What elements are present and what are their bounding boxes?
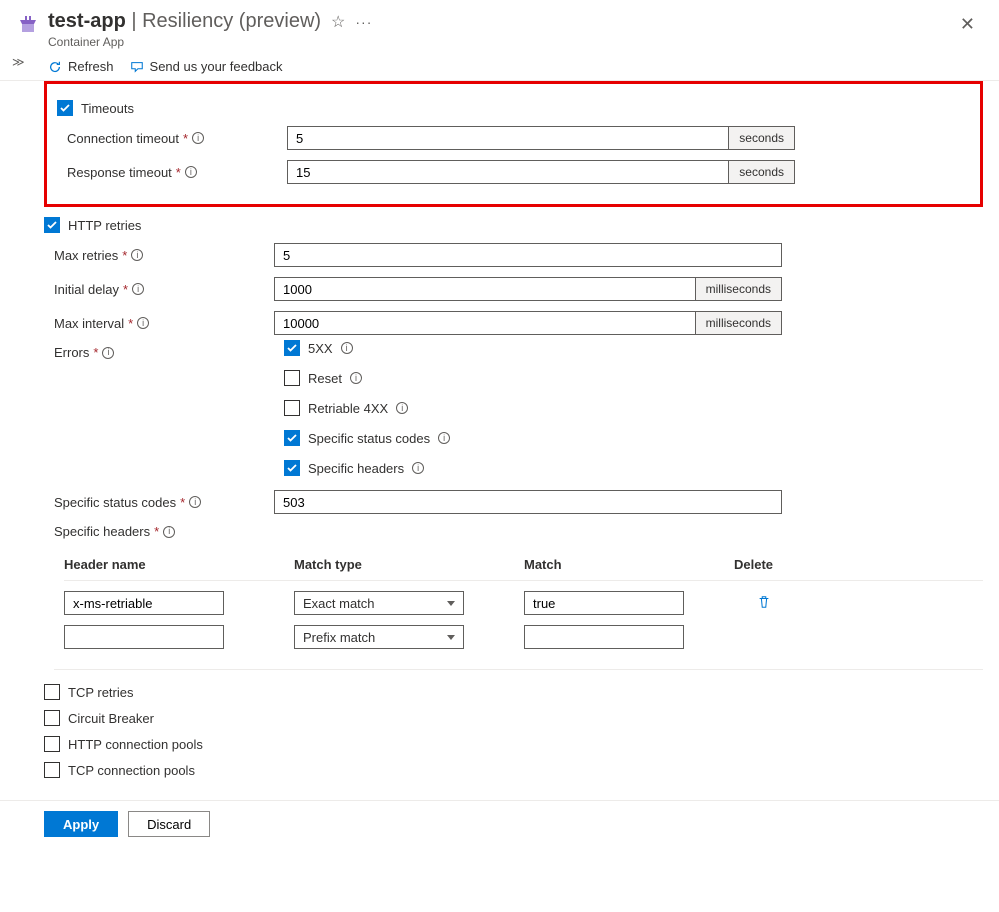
col-match: Match (524, 557, 724, 572)
info-icon[interactable]: i (137, 317, 149, 329)
favorite-star-icon[interactable]: ☆ (331, 12, 345, 32)
specific-codes-label: Specific status codes * i (54, 495, 274, 510)
max-retries-input[interactable] (274, 243, 782, 267)
tcp-pools-label: TCP connection pools (68, 763, 195, 778)
seconds-unit: seconds (729, 126, 795, 150)
feedback-icon (130, 60, 144, 74)
circuit-breaker-label: Circuit Breaker (68, 711, 154, 726)
info-icon[interactable]: i (131, 249, 143, 261)
feedback-button[interactable]: Send us your feedback (130, 59, 283, 74)
col-delete: Delete (734, 557, 794, 572)
command-bar: Refresh Send us your feedback (0, 53, 999, 81)
info-icon[interactable]: i (192, 132, 204, 144)
tcp-retries-label: TCP retries (68, 685, 134, 700)
http-retries-label: HTTP retries (68, 218, 141, 233)
info-icon[interactable]: i (438, 432, 450, 444)
resource-type: Container App (48, 35, 952, 49)
errors-retriable4xx-checkbox[interactable] (284, 400, 300, 416)
match-type-select[interactable]: Prefix match (294, 625, 464, 649)
timeouts-checkbox[interactable] (57, 100, 73, 116)
info-icon[interactable]: i (102, 347, 114, 359)
specific-headers-label: Specific headers * i (54, 524, 274, 539)
table-row: Prefix match (64, 625, 983, 649)
tcp-pools-checkbox[interactable] (44, 762, 60, 778)
timeouts-label: Timeouts (81, 101, 134, 116)
form-content: Timeouts Connection timeout * i seconds … (0, 81, 999, 800)
errors-5xx-checkbox[interactable] (284, 340, 300, 356)
initial-delay-input[interactable] (274, 277, 696, 301)
table-row: Exact match (64, 591, 983, 615)
response-timeout-input[interactable] (287, 160, 729, 184)
match-value-input[interactable] (524, 625, 684, 649)
page-header: test-app | Resiliency (preview) ☆ ··· Co… (0, 0, 999, 53)
tcp-retries-checkbox[interactable] (44, 684, 60, 700)
discard-button[interactable]: Discard (128, 811, 210, 837)
close-button[interactable]: ✕ (952, 10, 983, 39)
max-interval-label: Max interval * i (54, 316, 274, 331)
seconds-unit: seconds (729, 160, 795, 184)
title-block: test-app | Resiliency (preview) ☆ ··· Co… (48, 10, 952, 49)
errors-specific-codes-checkbox[interactable] (284, 430, 300, 446)
info-icon[interactable]: i (396, 402, 408, 414)
connection-timeout-label: Connection timeout * i (67, 131, 287, 146)
ms-unit: milliseconds (696, 311, 782, 335)
col-header-name: Header name (64, 557, 284, 572)
response-timeout-label: Response timeout * i (67, 165, 287, 180)
max-retries-label: Max retries * i (54, 248, 274, 263)
specific-codes-input[interactable] (274, 490, 782, 514)
header-name-input[interactable] (64, 591, 224, 615)
http-pools-label: HTTP connection pools (68, 737, 203, 752)
footer-bar: Apply Discard (0, 800, 999, 847)
errors-label: Errors * i (54, 345, 274, 360)
circuit-breaker-checkbox[interactable] (44, 710, 60, 726)
ms-unit: milliseconds (696, 277, 782, 301)
col-match-type: Match type (294, 557, 514, 572)
info-icon[interactable]: i (185, 166, 197, 178)
match-value-input[interactable] (524, 591, 684, 615)
info-icon[interactable]: i (341, 342, 353, 354)
refresh-icon (48, 60, 62, 74)
info-icon[interactable]: i (350, 372, 362, 384)
apply-button[interactable]: Apply (44, 811, 118, 837)
app-icon (16, 14, 40, 38)
refresh-button[interactable]: Refresh (48, 59, 114, 74)
app-name: test-app | Resiliency (preview) (48, 10, 321, 33)
header-name-input[interactable] (64, 625, 224, 649)
info-icon[interactable]: i (189, 496, 201, 508)
initial-delay-label: Initial delay * i (54, 282, 274, 297)
more-menu-icon[interactable]: ··· (355, 14, 372, 30)
errors-reset-checkbox[interactable] (284, 370, 300, 386)
info-icon[interactable]: i (163, 526, 175, 538)
specific-headers-table: Header name Match type Match Delete Exac… (54, 549, 983, 670)
delete-row-button[interactable] (734, 595, 794, 612)
errors-specific-headers-checkbox[interactable] (284, 460, 300, 476)
info-icon[interactable]: i (132, 283, 144, 295)
http-pools-checkbox[interactable] (44, 736, 60, 752)
match-type-select[interactable]: Exact match (294, 591, 464, 615)
connection-timeout-input[interactable] (287, 126, 729, 150)
max-interval-input[interactable] (274, 311, 696, 335)
expand-sidebar-icon[interactable]: ≫ (12, 55, 25, 69)
http-retries-checkbox[interactable] (44, 217, 60, 233)
timeouts-highlight-box: Timeouts Connection timeout * i seconds … (44, 81, 983, 207)
info-icon[interactable]: i (412, 462, 424, 474)
